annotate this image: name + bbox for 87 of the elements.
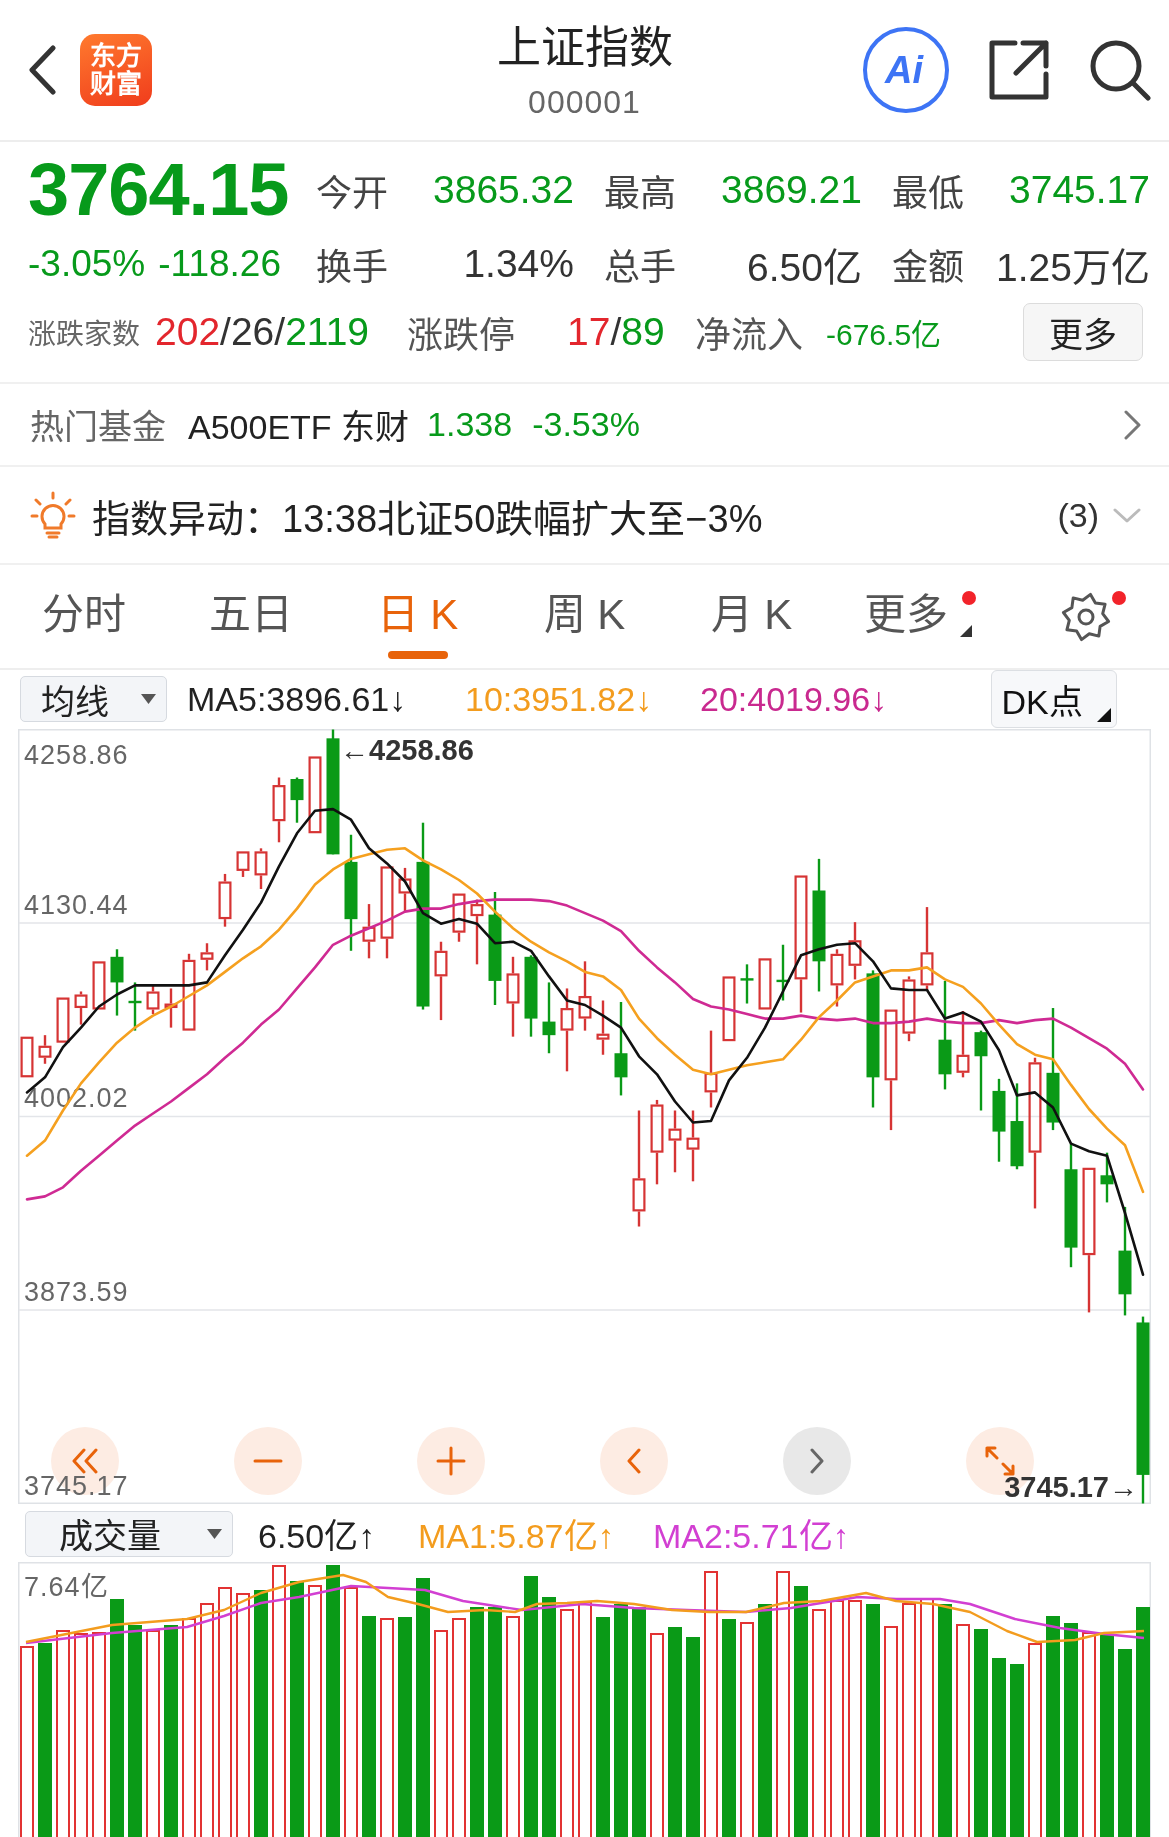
chevron-left-icon[interactable] [28, 45, 56, 95]
share-icon[interactable] [989, 40, 1049, 100]
axis-label: 3745.17 [24, 1470, 129, 1501]
advance-decline-count: 202/26/2119 [155, 310, 369, 354]
page-title: 上证指数 [496, 22, 673, 74]
candlestick [830, 948, 844, 1008]
candlestick [308, 756, 322, 834]
ai-assistant-button[interactable]: Ai [863, 27, 949, 113]
stock-code: 000001 [528, 83, 641, 121]
stat-label: 换手 [316, 246, 388, 290]
minus-icon [253, 1459, 283, 1463]
candlestick [560, 987, 574, 1073]
candlestick [794, 875, 808, 1014]
alert-text: 指数异动：13:38北证50跌幅扩大至−3% [92, 496, 763, 542]
chevron-right-icon[interactable] [1124, 409, 1141, 440]
period-tab[interactable]: 更多 [859, 565, 978, 668]
candlestick [722, 976, 736, 1042]
net-inflow-label: 净流入 [695, 314, 804, 358]
stat-value: 1.34% [463, 242, 574, 286]
limit-up-down-count: 17/89 [567, 310, 665, 354]
axis-label: 4130.44 [24, 890, 129, 920]
hot-fund-label: 热门基金 [30, 407, 166, 448]
candlestick [92, 961, 106, 1010]
limit-up-down-label: 涨跌停 [407, 314, 516, 358]
high-price-label: ←4258.86 [340, 734, 474, 766]
candlestick [542, 981, 556, 1055]
candlestick [668, 1109, 682, 1174]
candlestick [380, 866, 394, 960]
lightbulb-icon [30, 491, 76, 539]
axis-label: 3873.59 [24, 1277, 129, 1307]
fund-name: A500ETF 东财 [188, 407, 410, 448]
candlestick [758, 958, 772, 1010]
moving-average-value: 10:3951.82↓ [465, 679, 654, 719]
moving-average-value: 20:4019.96↓ [700, 679, 889, 719]
candlestick [740, 963, 754, 1005]
stat-value: 6.50亿 [747, 245, 862, 291]
advance-decline-label: 涨跌家数 [28, 318, 140, 352]
indicator-dropdown[interactable]: 均线 [20, 676, 167, 722]
dropdown-caret-icon [207, 1528, 222, 1539]
chevron-right-icon [810, 1448, 824, 1474]
alert-count: (3) [1057, 495, 1099, 535]
volume-indicator-dropdown[interactable]: 成交量 [25, 1510, 233, 1557]
stat-value: 3745.17 [1009, 168, 1150, 212]
period-tab[interactable]: 五日 [204, 565, 297, 668]
volume-legend-value: MA2:5.71亿↑ [653, 1516, 851, 1557]
more-button[interactable]: 更多 [1023, 303, 1143, 361]
axis-label: 7.64亿 [24, 1572, 109, 1602]
candlestick [290, 776, 304, 824]
period-tab[interactable]: 分时 [37, 565, 130, 668]
candlestick [20, 1036, 34, 1078]
stat-value: 3869.21 [721, 168, 862, 212]
period-tab[interactable]: 周 K [539, 565, 630, 668]
volume-legend-value: MA1:5.87亿↑ [418, 1516, 616, 1557]
settings-icon[interactable] [1060, 592, 1111, 642]
low-price-label: 3745.17→ [1004, 1471, 1138, 1503]
app-logo: 东方财富 [80, 34, 152, 106]
dk-point-button[interactable]: DK点 [991, 670, 1117, 728]
candlestick [884, 1009, 898, 1132]
double-chevron-left-icon [70, 1448, 100, 1474]
chevron-left-icon [627, 1448, 641, 1474]
net-inflow-value: -676.5亿 [826, 317, 942, 353]
fund-change: -3.53% [532, 405, 640, 444]
dropdown-caret-icon [141, 694, 156, 704]
stat-label: 最高 [604, 172, 676, 216]
candlestick [1082, 1167, 1096, 1314]
moving-average-value: MA5:3896.61↓ [187, 679, 408, 719]
candlestick [1100, 1151, 1114, 1204]
volume-legend-value: 6.50亿↑ [258, 1516, 377, 1557]
fund-price: 1.338 [427, 405, 513, 444]
candlestick [56, 997, 70, 1043]
stat-value: 3865.32 [433, 168, 574, 212]
stat-value: 1.25万亿 [996, 245, 1150, 291]
stat-label: 总手 [604, 246, 676, 290]
period-tab[interactable]: 月 K [706, 565, 797, 668]
expand-icon [985, 1446, 1015, 1476]
corner-triangle-icon [959, 625, 972, 637]
current-price: 3764.15 [28, 150, 290, 230]
stat-label: 金额 [892, 246, 964, 290]
axis-max-label: 4258.86 [24, 739, 129, 770]
corner-triangle-icon [1097, 708, 1111, 722]
change-amount: -118.26 [158, 243, 281, 285]
plus-icon [436, 1446, 466, 1476]
candlestick [686, 1109, 700, 1183]
stat-label: 今开 [316, 172, 388, 216]
change-percent: -3.05% [28, 243, 146, 285]
stat-label: 最低 [892, 172, 964, 216]
search-icon[interactable] [1089, 39, 1151, 101]
